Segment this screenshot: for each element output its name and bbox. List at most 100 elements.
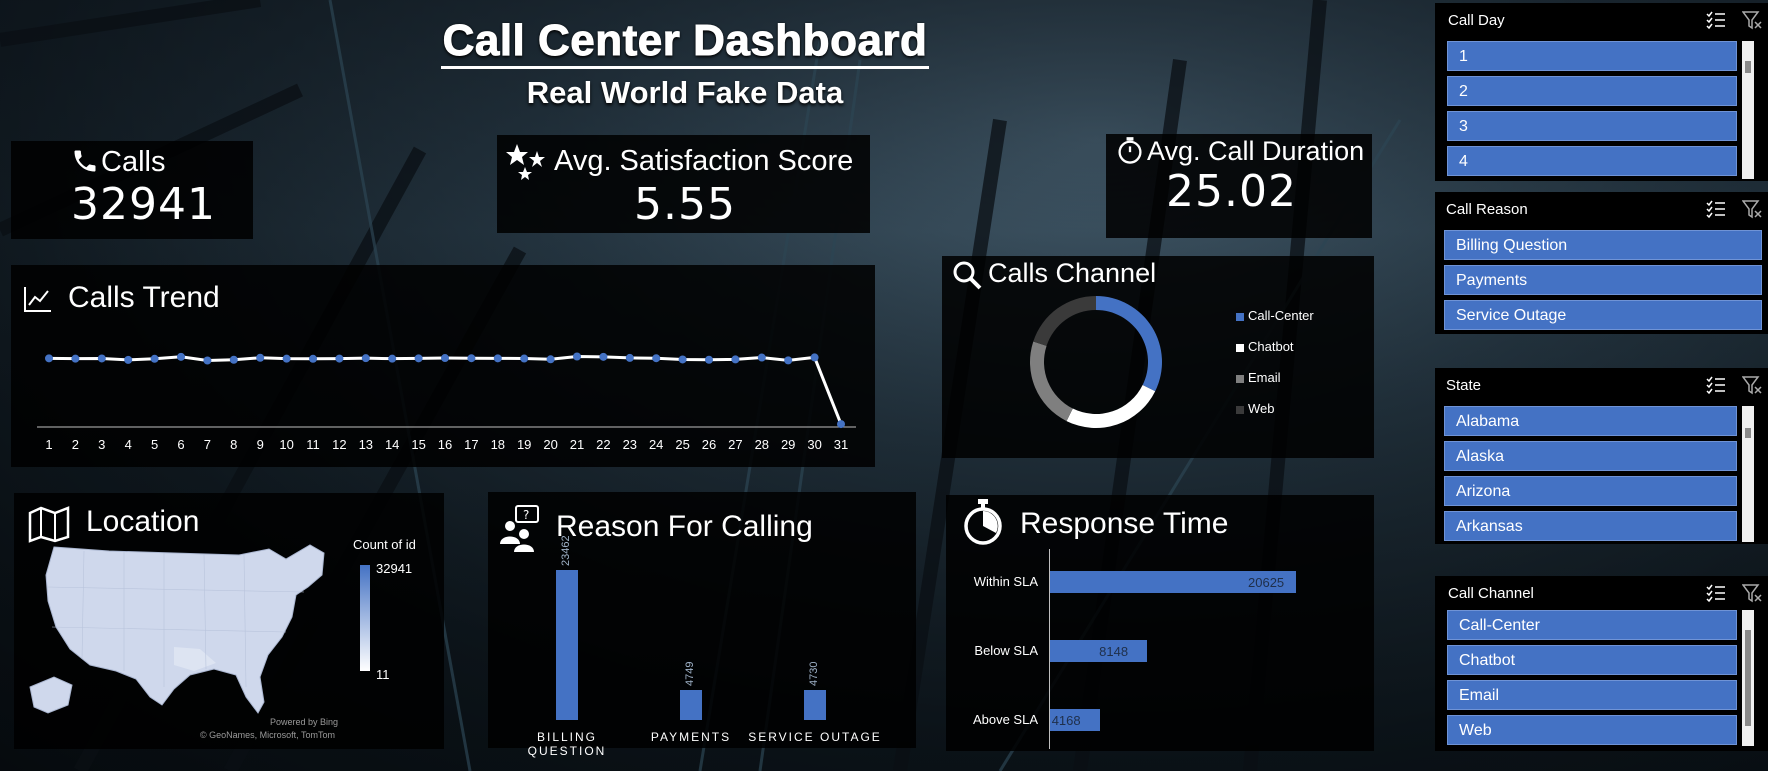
calls-trend-card[interactable]: Calls Trend 1 2 3 4 5 6 7 8 9 10 11 12 13 14 15 16 17 18 1…	[11, 265, 875, 467]
donut-slice[interactable]	[1096, 296, 1162, 392]
reason-bar[interactable]	[680, 689, 702, 720]
slicer-call-channel[interactable]: Call Channel Call-Center Chatbot Email W…	[1435, 576, 1768, 751]
slicer-item[interactable]: Email	[1447, 680, 1737, 710]
donut-slice[interactable]	[1066, 385, 1156, 428]
slicer-item[interactable]: Billing Question	[1444, 230, 1762, 260]
trend-point[interactable]	[177, 352, 185, 361]
multi-select-icon[interactable]	[1706, 375, 1726, 400]
trend-point[interactable]	[705, 355, 713, 364]
trend-point[interactable]	[784, 356, 793, 365]
trend-point[interactable]	[599, 352, 608, 361]
response-card[interactable]: Response Time Within SLA 20625 Below SLA 81…	[946, 495, 1374, 751]
reason-data-label: 4730	[808, 661, 820, 686]
multi-select-icon[interactable]	[1706, 583, 1726, 608]
slicer-item[interactable]: Arizona	[1444, 476, 1737, 506]
clear-filter-icon[interactable]	[1741, 199, 1762, 224]
slicer-item[interactable]: Alaska	[1444, 441, 1737, 471]
trend-point[interactable]	[652, 354, 661, 363]
slicer-item[interactable]: 3	[1447, 111, 1737, 141]
slicer-item[interactable]: Payments	[1444, 265, 1762, 295]
trend-point[interactable]	[388, 354, 397, 363]
slicer-call-day[interactable]: Call Day 1 2 3 4	[1435, 3, 1768, 181]
scrollbar-thumb[interactable]	[1745, 428, 1751, 438]
trend-point[interactable]	[810, 353, 819, 362]
donut-slice[interactable]	[1033, 296, 1096, 346]
trend-point[interactable]	[361, 354, 370, 363]
legend-item[interactable]: Email	[1236, 370, 1281, 385]
slicer-item[interactable]: Arkansas	[1444, 511, 1737, 541]
trend-point[interactable]	[441, 354, 449, 363]
trend-point[interactable]	[757, 353, 766, 362]
legend-item[interactable]: Chatbot	[1236, 339, 1294, 354]
kpi-calls-card[interactable]: Calls 32941	[11, 141, 253, 239]
response-category-label: Above SLA	[972, 712, 1038, 727]
slicer-item[interactable]: Call-Center	[1447, 610, 1737, 640]
trend-point[interactable]	[546, 355, 555, 364]
scrollbar-thumb[interactable]	[1745, 630, 1751, 726]
trend-point[interactable]	[203, 356, 212, 365]
multi-select-icon[interactable]	[1706, 10, 1726, 35]
slicer-state[interactable]: State Alabama Alaska Arizona Arkansas	[1435, 368, 1768, 544]
trend-point[interactable]	[282, 354, 291, 363]
trend-point[interactable]	[493, 354, 502, 363]
clear-filter-icon[interactable]	[1741, 10, 1762, 35]
stars-icon	[506, 144, 545, 180]
trend-x-tick-label: 23	[622, 437, 638, 452]
trend-point[interactable]	[45, 354, 53, 363]
trend-point[interactable]	[678, 355, 687, 364]
slicer-scrollbar[interactable]	[1742, 41, 1754, 179]
legend-swatch	[1236, 374, 1244, 383]
calls-channel-card[interactable]: Calls Channel Call-Center Chatbot Email Web	[942, 256, 1374, 458]
legend-swatch	[1236, 312, 1244, 321]
trend-point[interactable]	[335, 354, 344, 363]
slicer-item[interactable]: 1	[1447, 41, 1737, 71]
slicer-item[interactable]: Service Outage	[1444, 300, 1762, 330]
kpi-calls-value: 32941	[71, 179, 216, 230]
trend-point[interactable]	[256, 353, 265, 362]
kpi-satisfaction-card[interactable]: Avg. Satisfaction Score 5.55	[497, 135, 870, 233]
reason-bar[interactable]	[804, 689, 826, 720]
trend-point[interactable]	[229, 355, 238, 364]
trend-point[interactable]	[731, 355, 740, 364]
trend-point[interactable]	[97, 354, 106, 363]
trend-point[interactable]	[150, 354, 159, 363]
scrollbar-thumb[interactable]	[1745, 61, 1751, 73]
donut-slice[interactable]	[1030, 341, 1073, 422]
people-question-icon: ?	[500, 505, 539, 552]
slicer-scrollbar[interactable]	[1742, 610, 1754, 746]
kpi-satisfaction-value: 5.55	[634, 179, 736, 230]
slicer-item[interactable]: Chatbot	[1447, 645, 1737, 675]
trend-point[interactable]	[573, 352, 581, 361]
map-legend-title: Count of id	[353, 537, 416, 552]
trend-point[interactable]	[124, 355, 133, 364]
reason-card[interactable]: ? Reason For Calling 23462 BILLING QUESTI…	[488, 492, 916, 758]
slicer-state-title: State	[1446, 377, 1482, 394]
multi-select-icon[interactable]	[1706, 199, 1726, 224]
calls-trend-title: Calls Trend	[68, 281, 220, 314]
kpi-duration-value: 25.02	[1166, 166, 1297, 217]
clear-filter-icon[interactable]	[1741, 583, 1762, 608]
trend-x-tick-label: 2	[71, 437, 79, 452]
trend-point[interactable]	[414, 354, 423, 363]
kpi-duration-card[interactable]: Avg. Call Duration 25.02	[1106, 134, 1372, 238]
slicer-item[interactable]: Alabama	[1444, 406, 1737, 436]
slicer-call-reason[interactable]: Call Reason Billing Question Payments Se…	[1435, 192, 1768, 334]
trend-point[interactable]	[71, 354, 80, 363]
slicer-item[interactable]: 2	[1447, 76, 1737, 106]
reason-bar[interactable]	[556, 570, 578, 720]
trend-point[interactable]	[467, 354, 476, 363]
slicer-scrollbar[interactable]	[1742, 406, 1754, 542]
clear-filter-icon[interactable]	[1741, 375, 1762, 400]
legend-item[interactable]: Call-Center	[1236, 308, 1314, 323]
trend-point[interactable]	[625, 353, 634, 362]
slicer-tools	[1706, 583, 1762, 608]
legend-label: Chatbot	[1248, 339, 1294, 354]
trend-point[interactable]	[309, 354, 317, 363]
legend-item[interactable]: Web	[1236, 401, 1275, 416]
slicer-item[interactable]: 4	[1447, 146, 1737, 176]
slicer-item[interactable]: Web	[1447, 715, 1737, 745]
map-attribution-sources: © GeoNames, Microsoft, TomTom	[200, 730, 335, 740]
trend-point[interactable]	[837, 420, 845, 429]
location-card[interactable]: Location Count of id 32941 11 Powered by…	[14, 493, 444, 749]
trend-point[interactable]	[520, 354, 529, 363]
